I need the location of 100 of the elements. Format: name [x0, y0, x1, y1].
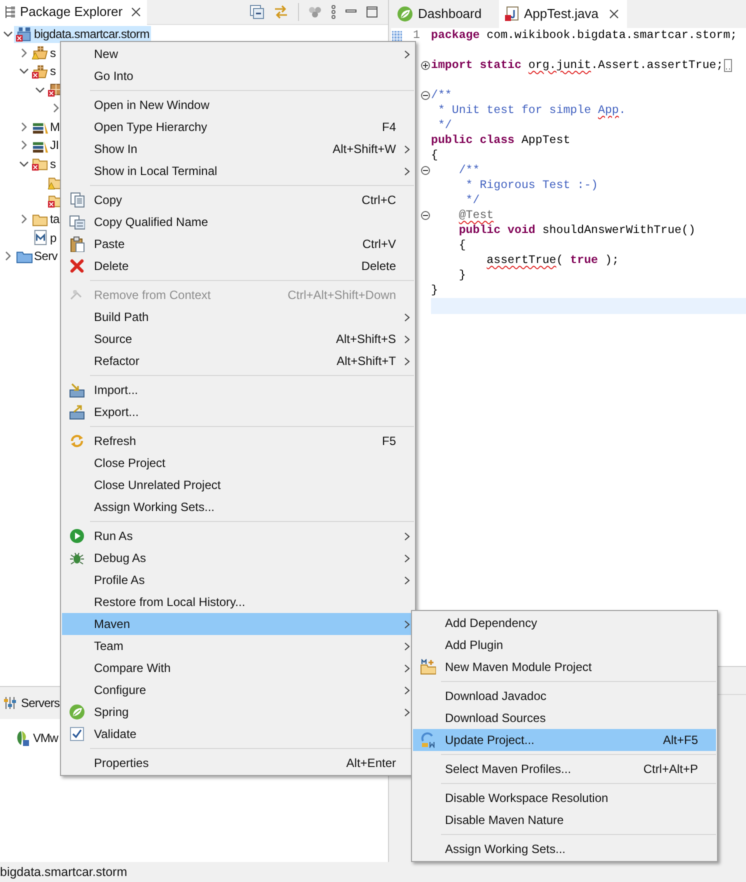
tree-item-label: Serv [34, 248, 58, 266]
chevron-right-icon[interactable] [19, 140, 29, 150]
maximize-icon[interactable] [366, 6, 378, 18]
menu-item[interactable]: Paste Ctrl+V [62, 233, 414, 255]
expand-icon[interactable] [421, 61, 430, 70]
menu-item[interactable]: Validate [62, 723, 414, 745]
shortcut-label: Alt+Shift+W [332, 141, 396, 158]
checkbox-icon [68, 726, 84, 742]
tree-item[interactable]: s [30, 62, 58, 80]
menu-item-label: Disable Workspace Resolution [445, 790, 608, 807]
menu-item[interactable]: Download Sources [413, 707, 716, 729]
menu-item[interactable]: Copy Ctrl+C [62, 189, 414, 211]
menu-item[interactable]: Properties Alt+Enter [62, 752, 414, 774]
menu-item-label: Maven [94, 616, 130, 633]
menu-item[interactable]: Disable Workspace Resolution [413, 787, 716, 809]
menu-item[interactable]: Debug As [62, 547, 414, 569]
chevron-right-icon[interactable] [51, 103, 61, 114]
menu-item[interactable]: Disable Maven Nature [413, 809, 716, 831]
menu-item[interactable]: Show in Local Terminal [62, 160, 414, 182]
menu-item-label: Properties [94, 755, 149, 772]
menu-item-label: Close Unrelated Project [94, 477, 221, 494]
chevron-right-icon[interactable] [19, 122, 29, 132]
shortcut-label: Ctrl+Alt+Shift+Down [288, 287, 396, 304]
more-icon[interactable] [331, 5, 336, 19]
menu-item[interactable]: Open in New Window [62, 94, 414, 116]
shortcut-label: Delete [361, 258, 396, 275]
menu-item[interactable]: Maven [62, 613, 414, 635]
chevron-down-icon[interactable] [35, 84, 45, 95]
code-line: { [458, 238, 466, 254]
menu-item[interactable]: Build Path [62, 306, 414, 328]
tree-item-label: s [50, 44, 56, 62]
menu-item-label: Profile As [94, 572, 145, 589]
menu-item[interactable]: Show In Alt+Shift+W [62, 138, 414, 160]
collapse-icon[interactable] [421, 91, 430, 100]
menu-item-label: Validate [94, 726, 136, 743]
menu-item[interactable]: Add Dependency [413, 612, 716, 634]
clipboard-icon [68, 236, 84, 252]
close-icon[interactable] [130, 7, 141, 17]
menu-item-label: Copy [94, 192, 122, 209]
menu-item[interactable]: Spring [62, 701, 414, 723]
server-item[interactable]: VMw [33, 729, 58, 747]
tree-item-label: p [50, 230, 56, 247]
menu-item[interactable]: Refresh F5 [62, 430, 414, 452]
menu-item-label: Assign Working Sets... [445, 841, 566, 858]
menu-item[interactable]: Select Maven Profiles... Ctrl+Alt+P [413, 758, 716, 780]
menu-item[interactable]: New Maven Module Project [413, 656, 716, 678]
chevron-right-icon[interactable] [3, 251, 13, 262]
tree-item[interactable]: s [30, 155, 58, 172]
menu-item[interactable]: Team [62, 635, 414, 657]
menu-item[interactable]: Assign Working Sets... [62, 496, 414, 518]
menu-item[interactable]: Export... [62, 401, 414, 423]
chevron-right-icon[interactable] [19, 214, 29, 224]
chevron-down-icon[interactable] [19, 158, 29, 169]
tree-item-label: M [50, 118, 60, 136]
tree-item[interactable]: Serv [14, 248, 60, 265]
hierarchy-icon [4, 5, 16, 19]
tree-item[interactable]: bigdata.smartcar.storm [14, 26, 152, 43]
chevron-right-icon[interactable] [19, 48, 29, 58]
shortcut-label: Ctrl+V [362, 236, 396, 253]
menu-item[interactable]: Restore from Local History... [62, 591, 414, 613]
code-line: * Rigorous Test :-) [464, 178, 598, 194]
collapse-icon[interactable] [421, 211, 430, 220]
menu-item-label: Add Plugin [445, 637, 504, 654]
menu-item[interactable]: Run As [62, 525, 414, 547]
menu-item[interactable]: Refactor Alt+Shift+T [62, 350, 414, 372]
menu-item[interactable]: Close Unrelated Project [62, 474, 414, 496]
menu-item[interactable]: Import... [62, 379, 414, 401]
explorer-tab[interactable]: Package Explorer [0, 0, 147, 24]
menu-item[interactable]: Assign Working Sets... [413, 838, 716, 860]
menu-item[interactable]: Delete Delete [62, 255, 414, 277]
collapse-all-icon[interactable] [250, 5, 264, 19]
menu-item[interactable]: New [62, 43, 414, 65]
folded-code-icon[interactable] [724, 59, 732, 72]
tree-item-label: bigdata.smartcar.storm [34, 26, 150, 44]
menu-item[interactable]: Configure [62, 679, 414, 701]
tree-item[interactable]: ta [30, 210, 62, 228]
servers-tab-label: Servers [21, 695, 60, 712]
menu-item[interactable]: Open Type Hierarchy F4 [62, 116, 414, 138]
editor-tab[interactable]: AppTest.java [499, 0, 627, 28]
menu-item[interactable]: Copy Qualified Name [62, 211, 414, 233]
chevron-down-icon[interactable] [3, 29, 13, 40]
tree-item[interactable]: p [30, 229, 58, 246]
tree-item[interactable]: s [30, 44, 58, 62]
servers-tab[interactable]: Servers [0, 687, 60, 719]
menu-item[interactable]: Update Project... Alt+F5 [413, 729, 716, 751]
servers-icon [3, 696, 17, 710]
menu-item[interactable]: Go Into [62, 65, 414, 87]
menu-item[interactable]: Source Alt+Shift+S [62, 328, 414, 350]
code-line: import static org.junit.Assert.assertTrue; [431, 58, 724, 74]
chevron-down-icon[interactable] [19, 66, 29, 76]
menu-item[interactable]: Profile As [62, 569, 414, 591]
tree-item[interactable]: M [30, 118, 62, 136]
close-icon[interactable] [609, 9, 620, 19]
code-line: public class AppTest [431, 132, 570, 149]
menu-item[interactable]: Download Javadoc [413, 685, 716, 707]
menu-item[interactable]: Close Project [62, 452, 414, 474]
collapse-icon[interactable] [421, 166, 430, 175]
menu-item[interactable]: Add Plugin [413, 634, 716, 656]
tree-item[interactable]: JI [30, 136, 61, 154]
menu-item[interactable]: Compare With [62, 657, 414, 679]
